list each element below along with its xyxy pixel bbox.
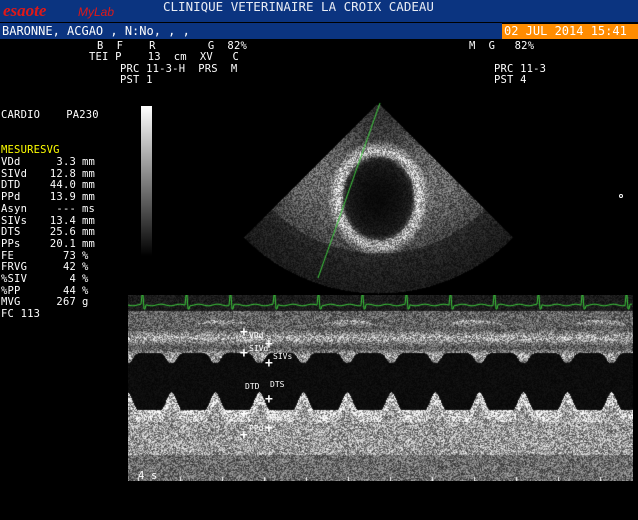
heart-rate: FC 113	[1, 308, 41, 320]
m-mode-panel: + VDd + + SIVd SIVs + DTD DTS + + PPs + …	[128, 295, 633, 481]
label-dtd: DTD	[245, 382, 260, 391]
brand-logo: esaote	[3, 1, 47, 20]
measure-label: Asyn	[1, 202, 28, 215]
caliper-marker: +	[240, 428, 248, 443]
measure-unit: g	[82, 296, 89, 309]
grayscale-bar	[141, 106, 152, 256]
focus-marker	[619, 194, 623, 198]
label-dts: DTS	[270, 380, 285, 389]
param-left-row2: TEI P 13 cm XV C	[89, 51, 239, 63]
measure-value: 20.1	[49, 237, 76, 250]
measure-unit: mm	[82, 237, 96, 250]
caliper-marker: +	[240, 346, 248, 361]
m-mode-image	[128, 295, 633, 481]
brand-sub: MyLab	[78, 5, 115, 19]
caliper-marker: +	[265, 392, 273, 407]
date-time: 02 JUL 2014 15:41	[502, 24, 638, 39]
caliper-marker: +	[240, 407, 248, 422]
param-right-row4: PST 4	[494, 74, 527, 86]
caliper-marker: +	[265, 356, 273, 371]
measure-unit: mm	[82, 156, 96, 168]
measure-label: %SIV	[1, 273, 28, 285]
measurements-title: MESURESVG	[1, 144, 60, 156]
caliper-marker: +	[240, 325, 248, 340]
patient-info: BARONNE, ACGAO , N:No, , ,	[2, 24, 190, 38]
measure-value: 3.3	[56, 156, 76, 168]
param-right-row1: M G 82%	[469, 40, 535, 52]
header-bar: esaote MyLab CLINIQUE VETERINAIRE LA CRO…	[0, 0, 638, 22]
measure-label: VDd	[1, 156, 21, 168]
label-vdd: VDd	[249, 331, 264, 340]
clinic-name: CLINIQUE VETERINAIRE LA CROIX CADEAU	[163, 0, 434, 14]
measure-label: PPs	[1, 237, 21, 250]
patient-bar: BARONNE, ACGAO , N:No, , ,	[0, 23, 502, 39]
measure-unit: %	[82, 273, 89, 285]
measure-value: ---	[56, 202, 76, 215]
label-sivd: SIVd	[249, 344, 269, 353]
label-ppd: PPd	[249, 424, 264, 433]
caliper-marker: +	[265, 421, 273, 436]
time-scale-label: 4 s	[138, 470, 158, 481]
measure-unit: ms	[82, 202, 96, 215]
mode-label: CARDIO PA230	[1, 109, 99, 121]
param-left-row4: PST 1	[120, 74, 153, 86]
label-sivs: SIVs	[273, 352, 293, 361]
measure-value: 4	[69, 273, 76, 285]
measure-value: 267	[56, 296, 76, 309]
